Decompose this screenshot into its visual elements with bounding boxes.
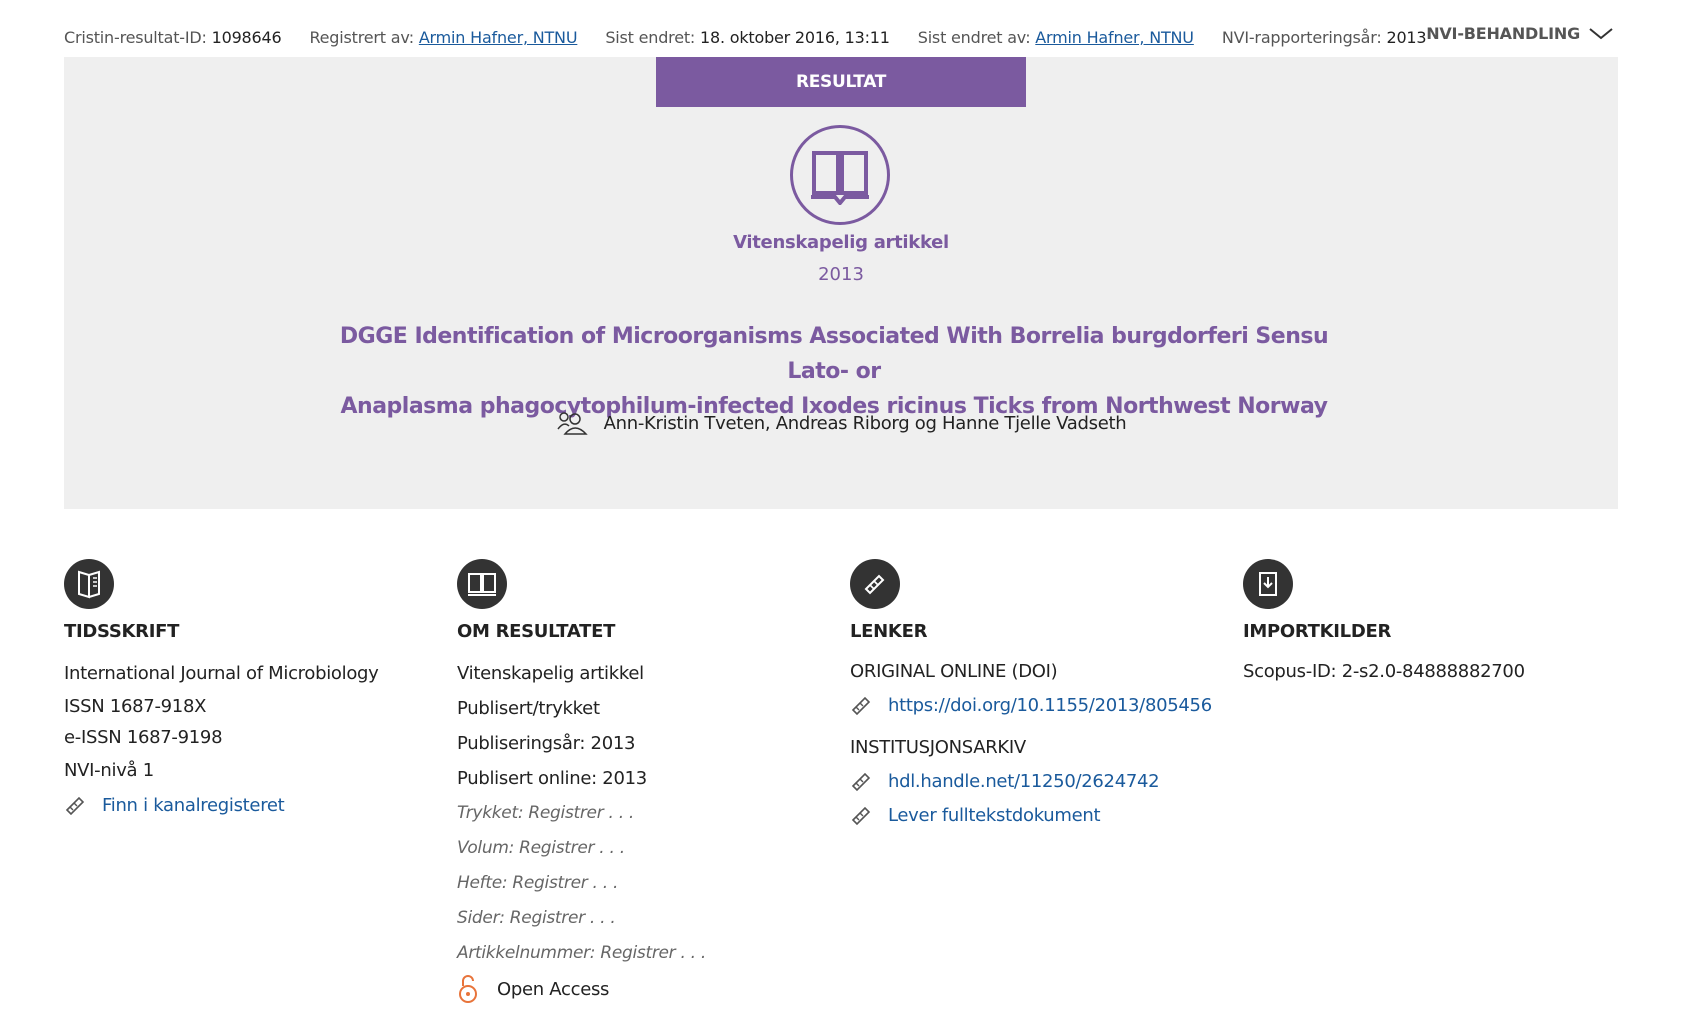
nvi-year: NVI-rapporteringsår: 2013 — [1221, 27, 1427, 47]
result-hero: RESULTAT Vitenskapelig artikkel 2013 DGG… — [64, 57, 1618, 509]
doi-link[interactable]: https://doi.org/10.1155/2013/805456 — [888, 695, 1212, 716]
link-icon — [850, 559, 900, 609]
link-icon — [851, 696, 871, 716]
import-heading: IMPORTKILDER — [1243, 621, 1392, 642]
last-changed: Sist endret: 18. oktober 2016, 13:11 — [605, 27, 890, 47]
links-section: LENKER ORIGINAL ONLINE (DOI) https://doi… — [850, 559, 1230, 832]
fulltext-link-row: Lever fulltekstdokument — [850, 798, 1230, 832]
cristin-id: Cristin-resultat-ID: 1098646 — [64, 27, 282, 47]
journal-nvi-level: NVI-nivå 1 — [64, 760, 154, 781]
journal-section: TIDSSKRIFT International Journal of Micr… — [64, 559, 444, 822]
archive-link[interactable]: hdl.handle.net/11250/2624742 — [888, 771, 1160, 792]
open-book-icon — [790, 125, 890, 225]
about-issue[interactable]: Hefte: Registrer . . . — [457, 866, 837, 901]
journal-issn: ISSN 1687-918X — [64, 696, 207, 717]
doi-link-row: https://doi.org/10.1155/2013/805456 — [850, 688, 1230, 722]
journal-heading: TIDSSKRIFT — [64, 621, 180, 642]
about-pub-year: Publiseringsår: 2013 — [457, 733, 636, 754]
doi-heading: ORIGINAL ONLINE (DOI) — [850, 661, 1058, 682]
result-title: DGGE Identification of Microorganisms As… — [339, 324, 1329, 419]
journal-eissn: e-ISSN 1687-9198 — [64, 727, 223, 748]
import-section: IMPORTKILDER Scopus-ID: 2-s2.0-848888827… — [1243, 559, 1623, 688]
last-changed-by-link[interactable]: Armin Hafner, NTNU — [1035, 28, 1194, 47]
registered-by: Registrert av: Armin Hafner, NTNU — [309, 27, 578, 47]
about-type: Vitenskapelig artikkel — [457, 663, 644, 684]
last-changed-by: Sist endret av: Armin Hafner, NTNU — [917, 27, 1194, 47]
result-type: Vitenskapelig artikkel — [733, 232, 949, 253]
about-status: Publisert/trykket — [457, 698, 600, 719]
nvi-toggle-label: NVI-BEHANDLING — [1426, 24, 1580, 43]
link-icon — [851, 772, 871, 792]
result-year: 2013 — [818, 264, 864, 285]
tab-resultat[interactable]: RESULTAT — [656, 57, 1026, 107]
about-online: Publisert online: 2013 — [457, 768, 647, 789]
authors-text: Ann-Kristin Tveten, Andreas Riborg og Ha… — [603, 412, 1127, 434]
archive-heading: INSTITUSJONSARKIV — [850, 737, 1026, 758]
links-heading: LENKER — [850, 621, 928, 642]
journal-icon — [64, 559, 114, 609]
book-icon — [457, 559, 507, 609]
about-pages[interactable]: Sider: Registrer . . . — [457, 901, 837, 936]
about-section: OM RESULTATET Vitenskapelig artikkel Pub… — [457, 559, 837, 1007]
open-access-label: Open Access — [497, 978, 610, 1000]
open-lock-icon — [459, 975, 477, 1003]
channel-register-link[interactable]: Finn i kanalregisteret — [102, 795, 285, 816]
about-printed[interactable]: Trykket: Registrer . . . — [457, 796, 837, 831]
nvi-behandling-toggle[interactable]: NVI-BEHANDLING — [1426, 24, 1614, 43]
chevron-down-icon — [1589, 27, 1613, 39]
link-icon — [65, 796, 85, 816]
meta-bar: Cristin-resultat-ID: 1098646 Registrert … — [64, 24, 1614, 50]
open-access-row: Open Access — [457, 971, 837, 1007]
journal-name: International Journal of Microbiology — [64, 663, 379, 684]
about-volume[interactable]: Volum: Registrer . . . — [457, 831, 837, 866]
people-icon — [557, 412, 588, 435]
about-article-number[interactable]: Artikkelnummer: Registrer . . . — [457, 936, 837, 971]
fulltext-link[interactable]: Lever fulltekstdokument — [888, 805, 1101, 826]
scopus-id: Scopus-ID: 2-s2.0-84888882700 — [1243, 661, 1525, 682]
import-icon — [1243, 559, 1293, 609]
about-heading: OM RESULTATET — [457, 621, 616, 642]
link-icon — [851, 806, 871, 826]
archive-link-row: hdl.handle.net/11250/2624742 — [850, 764, 1230, 798]
authors: Ann-Kristin Tveten, Andreas Riborg og Ha… — [64, 411, 1618, 435]
channel-register-link-row: Finn i kanalregisteret — [64, 788, 444, 822]
registered-by-link[interactable]: Armin Hafner, NTNU — [419, 28, 578, 47]
